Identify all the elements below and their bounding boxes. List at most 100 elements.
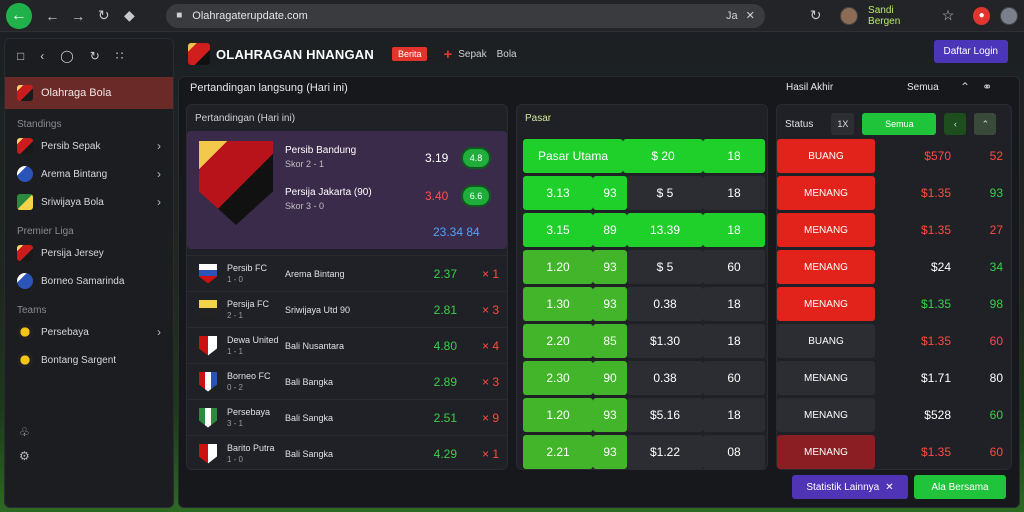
login-button[interactable]: Daftar Login bbox=[933, 40, 1008, 63]
back-arrow-icon[interactable]: ← bbox=[6, 2, 32, 29]
refresh-icon[interactable]: ↻ bbox=[90, 49, 100, 63]
match-row[interactable]: Barito Putra 1 - 0 Bali Sangka 4.29 × 1 bbox=[187, 435, 507, 471]
forward-icon[interactable]: → bbox=[67, 5, 89, 27]
odds-cell[interactable]: 93 bbox=[593, 176, 627, 210]
result-row[interactable]: MENANG $528 60 bbox=[777, 398, 1003, 432]
odds-cell[interactable]: 2.20 bbox=[523, 324, 593, 358]
match-row[interactable]: Persebaya 3 - 1 Bali Sangka 2.51 × 9 bbox=[187, 399, 507, 435]
odds-cell[interactable]: 18 bbox=[703, 287, 765, 321]
result-row[interactable]: BUANG $570 52 bbox=[777, 139, 1003, 173]
match-row[interactable]: Persija FC 2 - 1 Sriwijaya Utd 90 2.81 × 3 bbox=[187, 291, 507, 327]
news-badge[interactable]: Berita bbox=[391, 47, 428, 61]
extension-icon[interactable]: ● bbox=[972, 6, 991, 25]
result-row[interactable]: MENANG $1.35 27 bbox=[777, 213, 1003, 247]
odds-cell[interactable]: 1.30 bbox=[523, 287, 593, 321]
result-row[interactable]: MENANG $1.35 98 bbox=[777, 287, 1003, 321]
featured-odd2[interactable]: 3.40 bbox=[425, 189, 448, 203]
odds-cell[interactable]: 3.15 bbox=[523, 213, 593, 247]
odds-cell[interactable]: 1.20 bbox=[523, 398, 593, 432]
odds-cell[interactable]: 93 bbox=[593, 250, 627, 284]
odds-value[interactable]: 2.51 bbox=[405, 411, 457, 425]
odds-cell[interactable]: 0.38 bbox=[627, 287, 703, 321]
odds-value[interactable]: 2.81 bbox=[405, 303, 457, 317]
odds-cell[interactable]: 85 bbox=[593, 324, 627, 358]
result-row[interactable]: MENANG $1.35 93 bbox=[777, 176, 1003, 210]
odds-cell[interactable]: 18 bbox=[703, 324, 765, 358]
odds-cell[interactable]: 90 bbox=[593, 361, 627, 395]
sidebar-item[interactable]: Arema Bintang › bbox=[5, 160, 173, 188]
odds-cell[interactable]: $1.30 bbox=[627, 324, 703, 358]
match-row[interactable]: Persib FC 1 - 0 Arema Bintang 2.37 × 1 bbox=[187, 255, 507, 291]
odds-cell[interactable]: $ 20 bbox=[623, 139, 703, 173]
odds-pill[interactable]: 4.8 bbox=[461, 147, 491, 169]
odds-value[interactable]: 2.37 bbox=[405, 267, 457, 281]
odds-cell[interactable]: 89 bbox=[593, 213, 627, 247]
odds-cell[interactable]: Pasar Utama bbox=[523, 139, 623, 173]
odds-cell[interactable]: 60 bbox=[703, 250, 765, 284]
profile-name[interactable]: Sandi Bergen bbox=[868, 5, 927, 27]
plus-icon[interactable]: + bbox=[443, 46, 452, 63]
odds-cell[interactable]: 2.21 bbox=[523, 435, 593, 469]
back-icon[interactable]: ← bbox=[42, 5, 64, 27]
odds-cell[interactable]: 18 bbox=[703, 213, 765, 247]
result-row[interactable]: MENANG $1.71 80 bbox=[777, 361, 1003, 395]
odds-cell[interactable]: $ 5 bbox=[627, 250, 703, 284]
more-stats-button[interactable]: Statistik Lainnya ✕ bbox=[792, 475, 908, 499]
sidebar-item[interactable]: Persija Jersey bbox=[5, 239, 173, 267]
sidebar-item[interactable]: Persib Sepak › bbox=[5, 132, 173, 160]
odds-cell[interactable]: 18 bbox=[703, 398, 765, 432]
odds-cell[interactable]: 18 bbox=[703, 176, 765, 210]
odds-cell[interactable]: 2.30 bbox=[523, 361, 593, 395]
close-icon[interactable]: ✕ bbox=[746, 9, 755, 22]
chevron-left-icon[interactable]: ‹ bbox=[40, 49, 44, 63]
odds-cell[interactable]: 0.38 bbox=[627, 361, 703, 395]
result-row[interactable]: BUANG $1.35 60 bbox=[777, 324, 1003, 358]
address-bar[interactable]: ■ Olahragaterupdate.com Ja ✕ bbox=[166, 3, 765, 28]
result-row[interactable]: MENANG $1.35 60 bbox=[777, 435, 1003, 469]
result-row[interactable]: MENANG $24 34 bbox=[777, 250, 1003, 284]
translate-label[interactable]: Ja bbox=[726, 10, 738, 22]
sidebar-item[interactable]: Bontang Sargent bbox=[5, 346, 173, 374]
window-icon[interactable]: □ bbox=[17, 49, 24, 63]
sidebar-item[interactable]: Borneo Samarinda bbox=[5, 267, 173, 295]
filter-1x-button[interactable]: 1X bbox=[831, 113, 855, 135]
odds-pill[interactable]: 6.6 bbox=[461, 185, 491, 207]
shield-icon[interactable]: ◆ bbox=[119, 5, 141, 27]
grid-icon[interactable]: ∷ bbox=[116, 49, 124, 63]
odds-cell[interactable]: 93 bbox=[593, 435, 627, 469]
odds-value[interactable]: 4.29 bbox=[405, 447, 457, 461]
filter-select[interactable]: Semua bbox=[907, 82, 939, 93]
featured-match[interactable]: Persib Bandung Skor 2 - 1 Persija Jakart… bbox=[187, 131, 507, 249]
reload-icon[interactable]: ↻ bbox=[93, 5, 115, 27]
odds-cell[interactable]: 93 bbox=[593, 287, 627, 321]
odds-cell[interactable]: 3.13 bbox=[523, 176, 593, 210]
chevron-up-icon[interactable]: ⌃ bbox=[960, 80, 970, 94]
chevron-left-icon[interactable]: ‹ bbox=[944, 113, 967, 135]
nav-link-sepak[interactable]: Sepak bbox=[458, 49, 486, 60]
history-icon[interactable]: ↻ bbox=[805, 5, 827, 27]
odds-value[interactable]: 4.80 bbox=[405, 339, 457, 353]
odds-cell[interactable]: 08 bbox=[703, 435, 765, 469]
odds-cell[interactable]: 60 bbox=[703, 361, 765, 395]
chevron-up-icon[interactable]: ⌃ bbox=[974, 113, 997, 135]
all-filter-button[interactable]: Semua bbox=[862, 113, 937, 135]
user-avatar[interactable] bbox=[1000, 6, 1019, 25]
link-icon[interactable]: ⚭ bbox=[982, 80, 992, 94]
odds-cell[interactable]: 1.20 bbox=[523, 250, 593, 284]
match-row[interactable]: Borneo FC 0 - 2 Bali Bangka 2.89 × 3 bbox=[187, 363, 507, 399]
odds-cell[interactable]: $1.22 bbox=[627, 435, 703, 469]
odds-value[interactable]: 2.89 bbox=[405, 375, 457, 389]
featured-odd1[interactable]: 3.19 bbox=[425, 151, 448, 165]
sidebar-item[interactable]: Persebaya › bbox=[5, 318, 173, 346]
clock-icon[interactable]: ◯ bbox=[60, 49, 73, 63]
odds-cell[interactable]: 13.39 bbox=[627, 213, 703, 247]
odds-cell[interactable]: $ 5 bbox=[627, 176, 703, 210]
url-text[interactable]: Olahragaterupdate.com bbox=[192, 10, 718, 22]
join-button[interactable]: Ala Bersama bbox=[914, 475, 1006, 499]
star-icon[interactable]: ☆ bbox=[937, 5, 959, 27]
sidebar-item[interactable]: Sriwijaya Bola › bbox=[5, 188, 173, 216]
settings-icon[interactable]: ⚙ bbox=[19, 449, 30, 463]
avatar[interactable] bbox=[840, 6, 859, 25]
odds-cell[interactable]: 93 bbox=[593, 398, 627, 432]
bell-icon[interactable]: ♧ bbox=[19, 425, 30, 439]
